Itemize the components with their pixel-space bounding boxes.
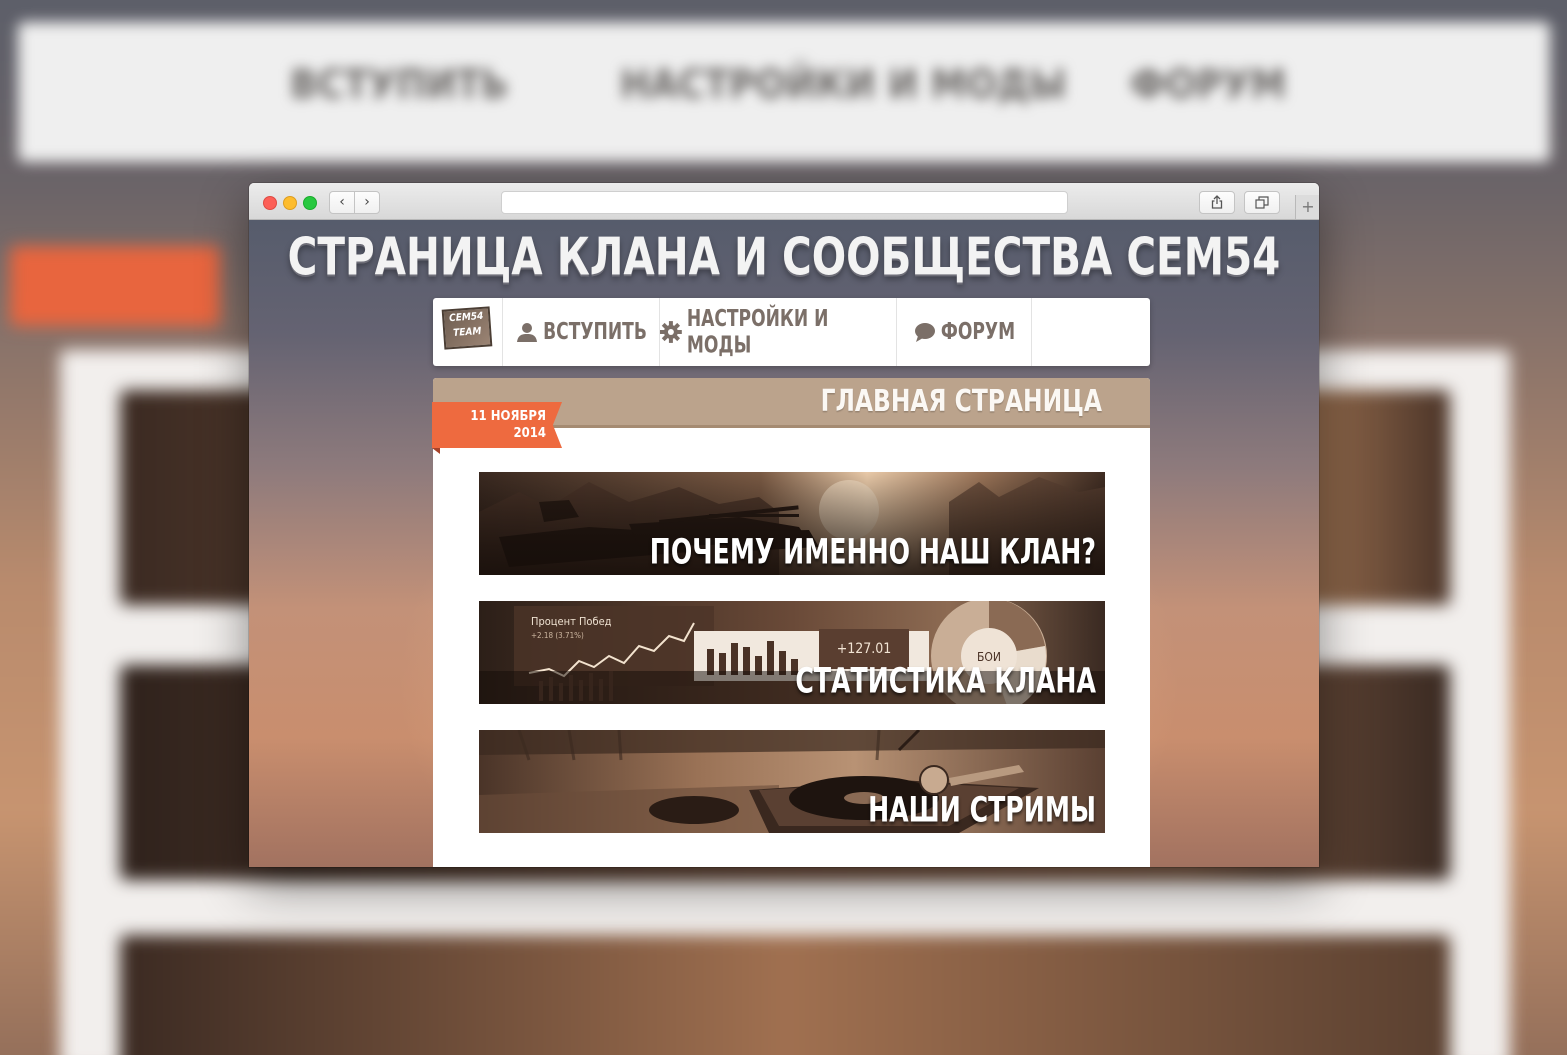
date-ribbon: 11 НОЯБРЯ 2014 [432, 402, 562, 448]
banner-our-streams-label: НАШИ СТРИМЫ [868, 788, 1096, 830]
date-text: 11 НОЯБРЯ 2014 [470, 408, 546, 442]
banner-clan-stats[interactable]: +127.01 БОИ Процент Побед +2.18 (3.71%) … [479, 601, 1105, 704]
date-day-month: 11 НОЯБРЯ [470, 409, 546, 424]
background-banner-3 [120, 935, 1450, 1055]
browser-window: ‹ › + СТРАНИЦА КЛАНА И СООБЩЕСТВА CEM54 … [249, 183, 1319, 867]
menu-item-forum[interactable]: ФОРУМ [896, 298, 1032, 366]
minimize-window-button[interactable] [283, 196, 297, 210]
date-ribbon-fold [432, 448, 440, 454]
chevron-left-icon: ‹ [339, 194, 345, 210]
background-menu-item-forum: ФОРУМ [1130, 62, 1287, 108]
tabs-overview-icon [1255, 196, 1269, 209]
menu-item-join[interactable]: ВСТУПИТЬ [502, 298, 660, 366]
browser-toolbar: ‹ › + [249, 183, 1319, 220]
background-menu-item-mods: НАСТРОЙКИ И МОДЫ [620, 62, 1067, 108]
background-date-ribbon [10, 246, 220, 326]
gear-icon [660, 321, 682, 343]
stats-value-text: +127.01 [837, 641, 892, 657]
menu-item-join-label: ВСТУПИТЬ [543, 318, 647, 346]
page-title: СТРАНИЦА КЛАНА И СООБЩЕСТВА CEM54 [287, 226, 1281, 287]
zoom-window-button[interactable] [303, 196, 317, 210]
banner-why-our-clan-label: ПОЧЕМУ ИМЕННО НАШ КЛАН? [649, 530, 1096, 572]
share-button[interactable] [1199, 191, 1235, 214]
menu-divider [1031, 298, 1032, 366]
share-icon [1211, 195, 1223, 209]
stats-winrate-text: Процент Побед [531, 615, 612, 628]
address-bar[interactable] [501, 191, 1068, 214]
banner-our-streams[interactable]: НАШИ СТРИМЫ [479, 730, 1105, 833]
menu-item-forum-label: ФОРУМ [940, 318, 1016, 346]
panel-title: ГЛАВНАЯ СТРАНИЦА [820, 384, 1102, 420]
menu-item-settings-mods-label: НАСТРОЙКИ И МОДЫ [686, 305, 829, 359]
date-year: 2014 [513, 426, 546, 441]
background-menu-item-join: ВСТУПИТЬ [290, 62, 509, 108]
menu-item-settings-mods[interactable]: НАСТРОЙКИ И МОДЫ [659, 298, 897, 366]
stats-winrate-change-text: +2.18 (3.71%) [531, 631, 584, 640]
new-tab-button[interactable]: + [1295, 195, 1319, 219]
logo-line-2: TEAM [452, 326, 482, 339]
main-menu: CEM54 TEAM ВСТУПИТЬ НАСТРОЙКИ И МОДЫ ФОР… [433, 298, 1150, 366]
banner-why-our-clan[interactable]: ПОЧЕМУ ИМЕННО НАШ КЛАН? [479, 472, 1105, 575]
page-viewport: СТРАНИЦА КЛАНА И СООБЩЕСТВА CEM54 CEM54 … [249, 220, 1319, 867]
chevron-right-icon: › [364, 194, 370, 210]
clan-logo[interactable]: CEM54 TEAM [441, 306, 493, 350]
speech-bubble-icon [914, 323, 935, 342]
user-icon [517, 323, 538, 342]
show-tabs-button[interactable] [1244, 191, 1280, 214]
content-panel: ГЛАВНАЯ СТРАНИЦА 11 НОЯБРЯ 2014 ПОЧЕМУ И… [432, 378, 1150, 867]
forward-button[interactable]: › [354, 191, 380, 214]
close-window-button[interactable] [263, 196, 277, 210]
banner-clan-stats-label: СТАТИСТИКА КЛАНА [795, 659, 1096, 701]
logo-line-1: CEM54 [448, 310, 484, 325]
back-button[interactable]: ‹ [329, 191, 355, 214]
plus-icon: + [1301, 197, 1315, 216]
